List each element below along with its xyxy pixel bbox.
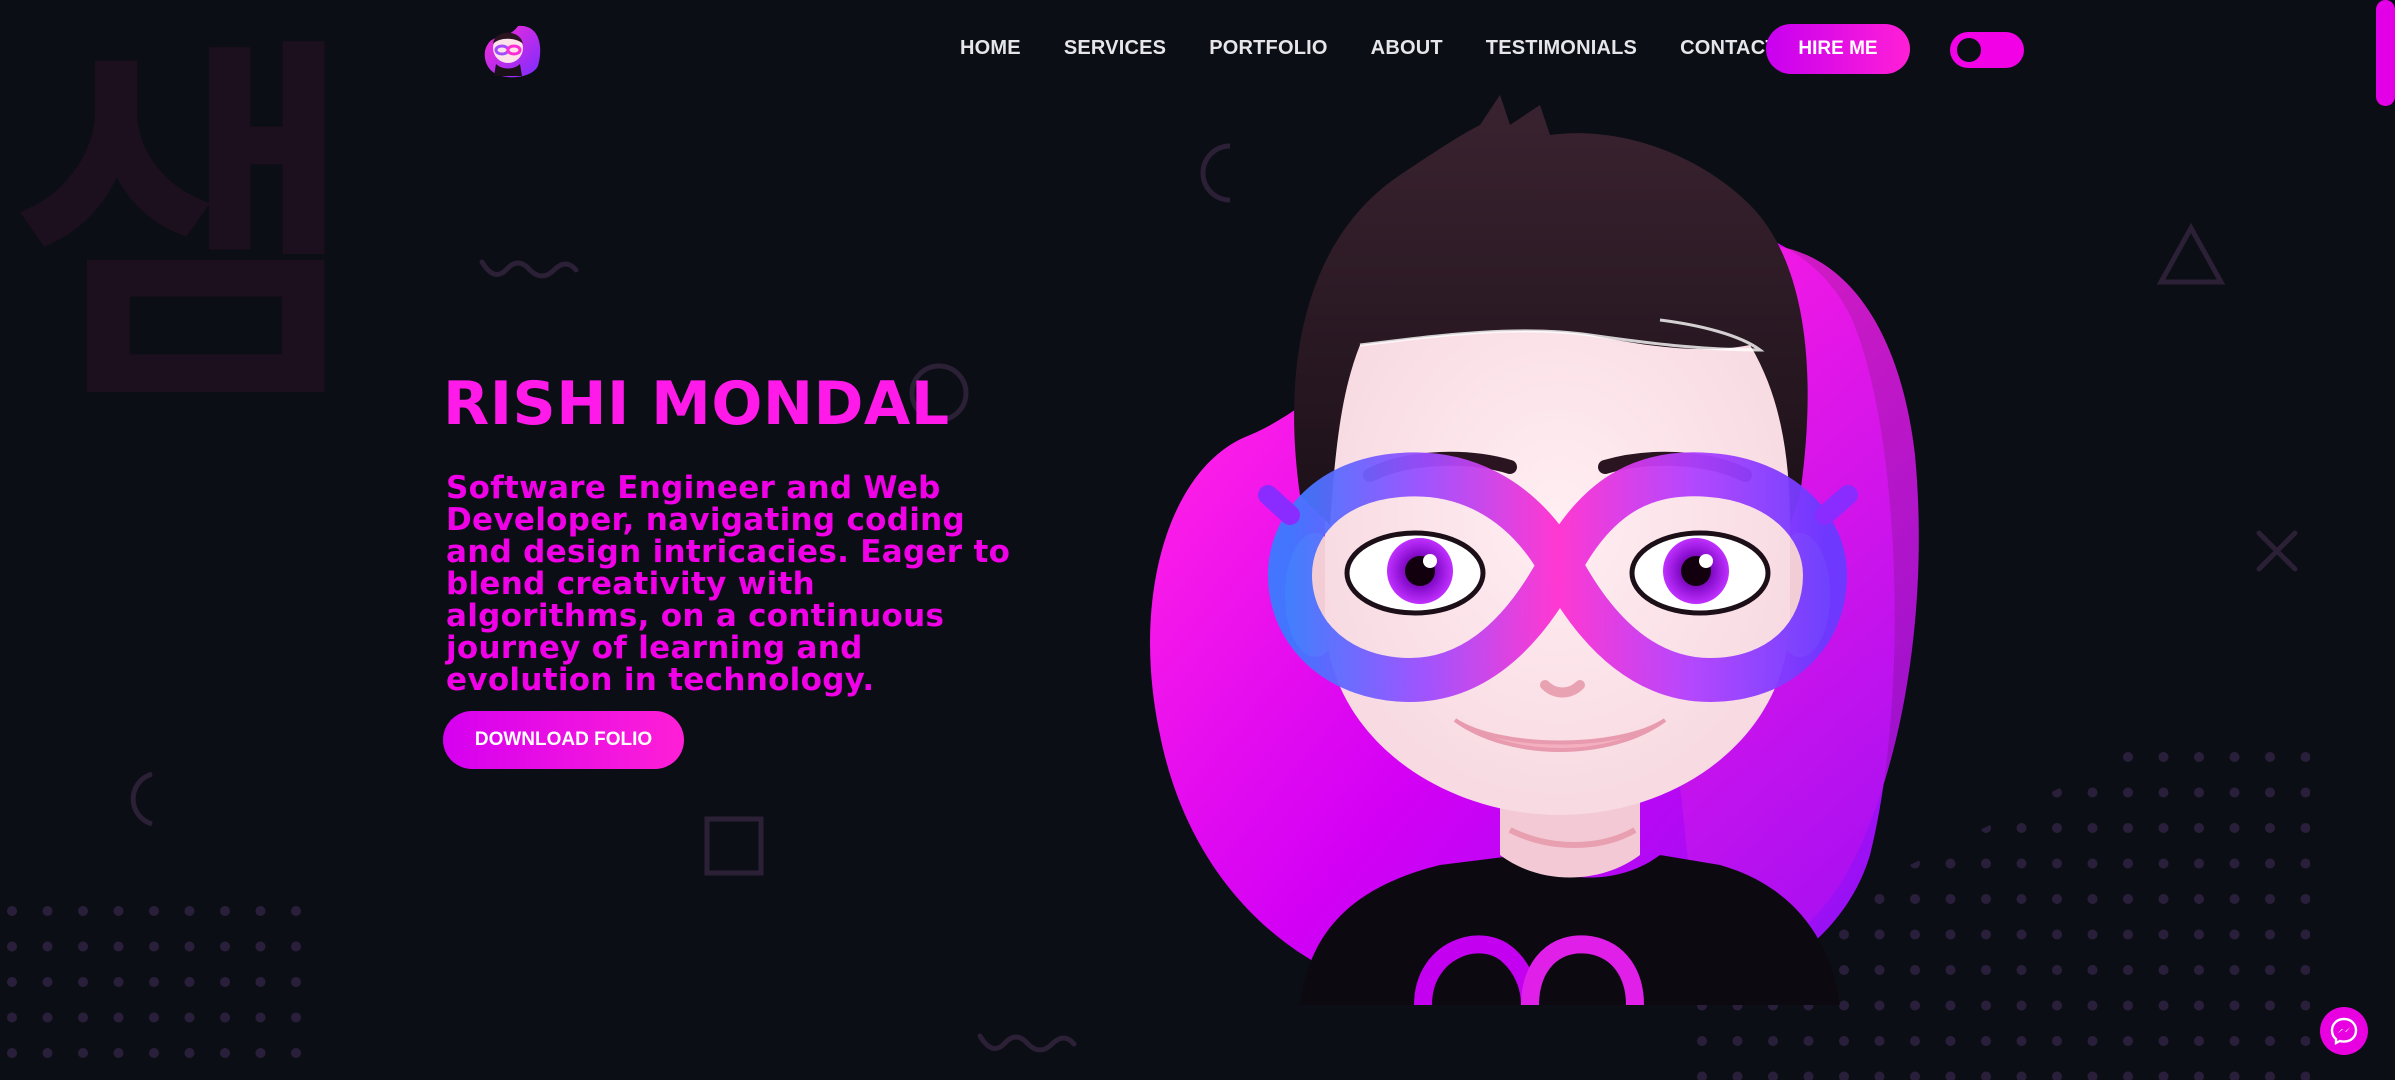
messenger-glyph-icon <box>2330 1017 2358 1045</box>
messenger-icon[interactable] <box>2320 1007 2368 1055</box>
nav-home[interactable]: HOME <box>960 37 1021 60</box>
decor-dot-grid-left <box>0 900 320 1080</box>
cartoon-avatar-illustration <box>1150 95 1919 1005</box>
download-folio-button[interactable]: DOWNLOAD FOLIO <box>443 711 684 769</box>
nav-contact[interactable]: CONTACT <box>1680 37 1778 60</box>
decor-arc-icon <box>130 771 153 827</box>
nav-services[interactable]: SERVICES <box>1064 37 1166 60</box>
background-watermark: 샘 <box>10 8 360 451</box>
hero-description: Software Engineer and Web Developer, nav… <box>446 470 1011 698</box>
main-nav: HOME SERVICES PORTFOLIO ABOUT TESTIMONIA… <box>960 28 1821 68</box>
nav-portfolio[interactable]: PORTFOLIO <box>1209 37 1327 60</box>
decor-triangle-icon <box>2156 222 2226 285</box>
nav-testimonials[interactable]: TESTIMONIALS <box>1486 37 1637 60</box>
decor-wave-icon <box>977 1033 1077 1053</box>
avatar-logo-icon[interactable] <box>478 22 544 78</box>
nav-about[interactable]: ABOUT <box>1371 37 1443 60</box>
hire-me-button[interactable]: HIRE ME <box>1766 24 1910 74</box>
theme-toggle-icon[interactable] <box>1950 32 2024 68</box>
decor-wave-icon <box>479 259 579 279</box>
page-scrollbar-thumb[interactable] <box>2376 0 2395 106</box>
decor-square-icon <box>704 816 764 876</box>
hero-name: RISHI MONDAL <box>443 369 950 439</box>
decor-cross-icon <box>2256 530 2298 572</box>
theme-toggle-knob <box>1957 38 1981 62</box>
page: 샘 HOME SERVICES PORTFOLIO ABOUT TESTIMON… <box>0 0 2395 1080</box>
